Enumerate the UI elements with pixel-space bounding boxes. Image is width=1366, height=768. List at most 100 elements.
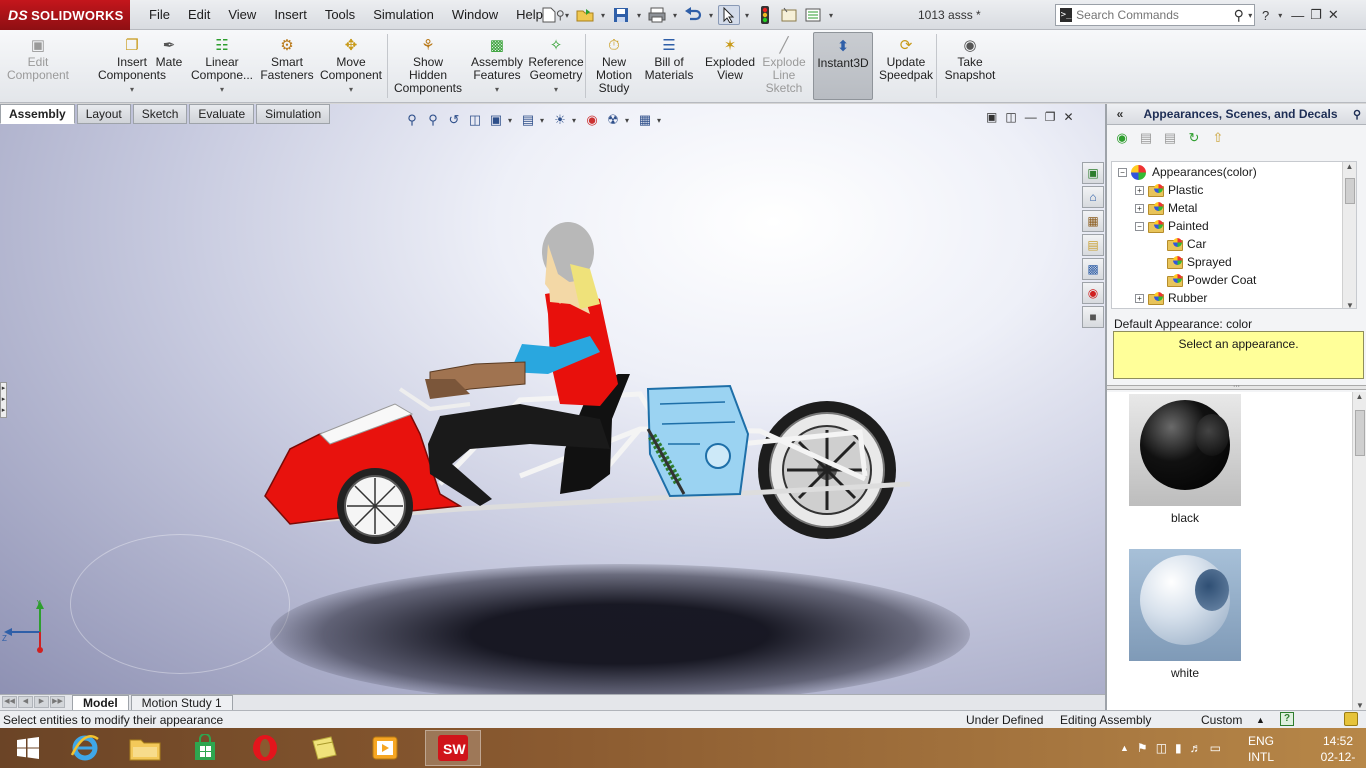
swatches-scrollbar[interactable]: ▲ ▼ xyxy=(1352,392,1366,710)
device-icon[interactable]: ◫ xyxy=(1156,741,1167,755)
print-dropdown-icon[interactable]: ▾ xyxy=(670,11,680,20)
home-icon[interactable]: ⌂ xyxy=(1082,186,1104,208)
taskbar-clock[interactable]: 14:52 02-12-2015 xyxy=(1310,733,1366,768)
close-button[interactable]: ✕ xyxy=(1328,7,1339,23)
view-settings-icon[interactable]: ▦ xyxy=(636,111,654,129)
help-dropdown-icon[interactable]: ▾ xyxy=(1275,11,1285,20)
menu-simulation[interactable]: Simulation xyxy=(364,0,443,30)
minimize-button[interactable]: — xyxy=(1291,8,1304,23)
hide-show-dropdown-icon[interactable]: ▾ xyxy=(572,116,580,125)
apply-scene-dropdown-icon[interactable]: ▾ xyxy=(625,116,633,125)
add-folder-icon[interactable]: ▤ xyxy=(1137,129,1155,147)
reference-geometry-button[interactable]: ✧ Reference Geometry ▾ xyxy=(528,32,584,100)
search-input[interactable] xyxy=(1076,8,1232,22)
expand-icon[interactable]: + xyxy=(1135,185,1144,195)
open-document-icon[interactable] xyxy=(574,5,596,25)
engine-block[interactable] xyxy=(646,384,750,498)
select-pointer-icon[interactable] xyxy=(718,5,740,25)
graphics-area[interactable]: ⚲ ⚲ ↺ ◫ ▣ ▾ ▤ ▾ ☀ ▾ ◉ ☢ ▾ ▦ ▾ ▣ ◫ — ❐ ✕ … xyxy=(0,104,1105,694)
refresh-icon[interactable]: ↻ xyxy=(1185,129,1203,147)
select-dropdown-icon[interactable]: ▾ xyxy=(742,11,752,20)
assembly-features-button[interactable]: ▩ Assembly Features ▾ xyxy=(470,32,524,100)
viewport-close-icon[interactable]: ✕ xyxy=(1063,110,1073,124)
menu-window[interactable]: Window xyxy=(443,0,507,30)
file-properties-icon[interactable] xyxy=(778,5,800,25)
undo-icon[interactable] xyxy=(682,5,704,25)
tab-evaluate[interactable]: Evaluate xyxy=(189,104,255,124)
volume-icon[interactable]: ♬ xyxy=(1190,741,1202,755)
menu-file[interactable]: File xyxy=(140,0,179,30)
search-dropdown-icon[interactable]: ▾ xyxy=(1246,11,1254,20)
edit-appearance-icon[interactable]: ◉ xyxy=(583,111,601,129)
tree-item-sprayed[interactable]: Sprayed xyxy=(1167,253,1232,271)
swatch-white[interactable]: white xyxy=(1129,549,1241,680)
tree-item-car[interactable]: Car xyxy=(1167,235,1206,253)
display-style-icon[interactable]: ▤ xyxy=(519,111,537,129)
zoom-to-fit-icon[interactable]: ⚲ xyxy=(403,111,421,129)
windows-store-icon[interactable] xyxy=(177,730,233,766)
quick-tips-help-icon[interactable]: ? xyxy=(1280,712,1294,726)
windows-start-icon[interactable] xyxy=(0,730,56,766)
rear-wheel[interactable] xyxy=(758,401,896,539)
go-up-icon[interactable]: ⇧ xyxy=(1209,129,1227,147)
pin-pane-icon[interactable]: ⚲ xyxy=(1348,108,1366,121)
expand-icon[interactable]: + xyxy=(1135,203,1144,213)
explode-line-button[interactable]: ╱ Explode Line Sketch xyxy=(760,32,808,100)
network-icon[interactable]: ▮ xyxy=(1175,741,1182,755)
print-icon[interactable] xyxy=(646,5,668,25)
menu-view[interactable]: View xyxy=(219,0,265,30)
pane-splitter[interactable]: ··· xyxy=(1107,383,1366,390)
file-explorer-icon[interactable] xyxy=(117,730,173,766)
chevron-down-icon[interactable]: ▾ xyxy=(349,83,353,96)
linear-pattern-button[interactable]: ☷ Linear Compone... ▾ xyxy=(191,32,253,100)
display-style-dropdown-icon[interactable]: ▾ xyxy=(540,116,548,125)
internet-explorer-icon[interactable] xyxy=(57,730,113,766)
restore-button[interactable]: ❐ xyxy=(1310,7,1322,23)
snapshot-button[interactable]: ◉ Take Snapshot xyxy=(942,32,998,100)
action-center-icon[interactable]: ⚑ xyxy=(1137,741,1148,755)
input-language[interactable]: ENG INTL xyxy=(1248,733,1274,765)
view-palette-icon[interactable]: ▩ xyxy=(1082,258,1104,280)
first-tab-icon[interactable]: ◀◀ xyxy=(2,695,17,708)
tree-item-powder-coat[interactable]: Powder Coat xyxy=(1167,271,1256,289)
swatch-black[interactable]: black xyxy=(1129,394,1241,525)
viewport-minimize-icon[interactable]: — xyxy=(1025,110,1037,124)
front-wheel[interactable] xyxy=(337,468,413,544)
tree-item-metal[interactable]: + Metal xyxy=(1135,199,1197,217)
view-orientation-icon[interactable]: ▣ xyxy=(487,111,505,129)
options-icon[interactable] xyxy=(802,5,824,25)
undo-dropdown-icon[interactable]: ▾ xyxy=(706,11,716,20)
view-orientation-dropdown-icon[interactable]: ▾ xyxy=(508,116,516,125)
move-component-button[interactable]: ✥ Move Component ▾ xyxy=(316,32,386,100)
solidworks-logo[interactable]: DS SOLIDWORKS xyxy=(0,0,130,30)
two-view-icon[interactable]: ◫ xyxy=(1005,110,1016,124)
apply-scene-icon[interactable]: ☢ xyxy=(604,111,622,129)
units-menu-arrow-icon[interactable]: ▲ xyxy=(1256,715,1265,725)
instant3d-button[interactable]: ⬍ Instant3D xyxy=(813,32,873,100)
bom-button[interactable]: ☰ Bill of Materials xyxy=(644,32,694,100)
next-tab-icon[interactable]: ▶ xyxy=(34,695,49,708)
rebuild-traffic-light-icon[interactable] xyxy=(754,5,776,25)
tree-item-painted[interactable]: − Painted xyxy=(1135,217,1209,235)
tab-motion-study-1[interactable]: Motion Study 1 xyxy=(130,694,233,711)
new-document-icon[interactable] xyxy=(538,5,560,25)
design-library-icon[interactable]: ▦ xyxy=(1082,210,1104,232)
tab-sketch[interactable]: Sketch xyxy=(132,104,188,124)
save-icon[interactable] xyxy=(610,5,632,25)
tree-item-plastic[interactable]: + Plastic xyxy=(1135,181,1203,199)
tree-root[interactable]: − Appearances(color) xyxy=(1118,163,1257,181)
show-hidden-button[interactable]: ⚘ Show Hidden Components xyxy=(393,32,463,100)
hide-show-items-icon[interactable]: ☀ xyxy=(551,111,569,129)
section-view-icon[interactable]: ◫ xyxy=(466,111,484,129)
custom-properties-icon[interactable]: ■ xyxy=(1082,306,1104,328)
menu-tools[interactable]: Tools xyxy=(316,0,364,30)
feature-manager-expand-handle[interactable]: ▸ ▸ ▸ xyxy=(0,382,7,418)
menu-insert[interactable]: Insert xyxy=(265,0,316,30)
motion-study-button[interactable]: ⏱ New Motion Study xyxy=(592,32,636,100)
options-dropdown-icon[interactable]: ▾ xyxy=(826,11,836,20)
collapse-icon[interactable]: − xyxy=(1118,167,1127,177)
sticky-notes-icon[interactable] xyxy=(297,730,353,766)
mate-button[interactable]: ✒ Mate xyxy=(152,32,186,100)
battery-icon[interactable]: ▭ xyxy=(1210,741,1221,755)
previous-view-icon[interactable]: ↺ xyxy=(445,111,463,129)
